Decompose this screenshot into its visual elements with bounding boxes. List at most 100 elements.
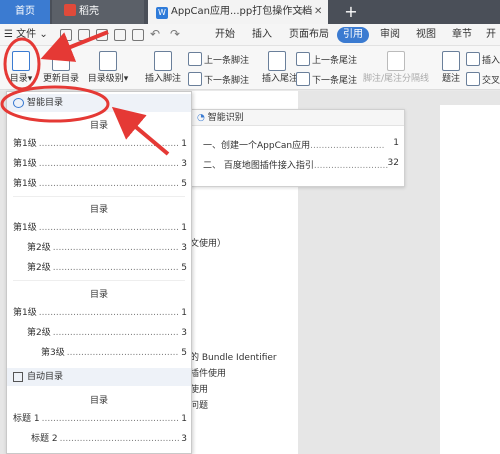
toc-entry-label: 第1级 — [13, 139, 39, 149]
undo-icon[interactable]: ↶ — [150, 27, 160, 41]
new-tab-button[interactable]: + — [340, 0, 362, 24]
auto-toc-header[interactable]: 自动目录 — [7, 368, 191, 386]
document-page-right[interactable] — [440, 105, 500, 454]
toc-template-title: 目录 — [89, 396, 108, 406]
toc-entry-page: 3 — [179, 158, 187, 170]
toc-entry[interactable]: ........................................… — [31, 433, 187, 445]
toc-level-label: 目录级别 — [87, 74, 124, 84]
restore-icon[interactable]: ▭ — [298, 0, 307, 24]
next-endnote-label: 下一条尾注 — [312, 76, 358, 86]
toc-entry-label: 第2级 — [27, 263, 53, 273]
toc-entry-label: 第2级 — [27, 243, 53, 253]
insert-endnote-button[interactable]: 插入尾注 — [262, 51, 298, 84]
doc-text-line: 问题 — [190, 401, 209, 411]
docer-logo-icon — [64, 4, 76, 16]
prev-footnote-label: 上一条脚注 — [204, 56, 250, 66]
smart-recognition-item[interactable]: 一、创建一个AppCan应用..........................… — [203, 138, 399, 151]
smart-icon: ◔ — [197, 113, 208, 123]
separator-label: 脚注/尾注分隔线 — [362, 74, 430, 84]
chevron-down-icon: ▾ — [123, 74, 129, 84]
toc-entry-label: 第2级 — [27, 328, 53, 338]
export-icon[interactable] — [96, 29, 108, 41]
toc-level-icon — [99, 51, 117, 71]
smart-recognition-popup: ◔ 智能识别 一、创建一个AppCan应用...................… — [190, 109, 405, 187]
toc-entry[interactable]: ........................................… — [13, 222, 187, 234]
toc-entry[interactable]: ........................................… — [13, 413, 187, 425]
insert-caption-icon — [466, 52, 480, 66]
toc-entry-page: 1 — [179, 307, 187, 319]
smart-item-label: 一、创建一个AppCan应用 — [203, 141, 311, 151]
toc-entry-page: 5 — [179, 178, 187, 190]
prev-endnote-button[interactable]: 上一条尾注 — [296, 52, 357, 66]
insert-table-caption-button[interactable]: 插入 — [466, 52, 500, 66]
insert-footnote-button[interactable]: 插入脚注 — [144, 51, 182, 84]
leader-dots: ........................................… — [313, 161, 388, 171]
toc-entry-page: 1 — [179, 413, 187, 425]
menu-page-layout[interactable]: 页面布局 — [286, 27, 332, 43]
toc-entry[interactable]: ........................................… — [27, 242, 187, 254]
tab-document-label: AppCan应用...pp打包操作文档 — [171, 6, 313, 17]
redo-icon[interactable]: ↷ — [170, 27, 180, 41]
toc-entry-page: 1 — [179, 138, 187, 150]
preview-icon[interactable] — [132, 29, 144, 41]
toc-button[interactable]: 目录▾ — [7, 51, 35, 84]
toc-template-title: 目录 — [89, 121, 108, 131]
menu-insert[interactable]: 插入 — [249, 27, 275, 43]
toc-entry[interactable]: ........................................… — [13, 138, 187, 150]
toc-entry[interactable]: ........................................… — [13, 178, 187, 190]
divider — [13, 196, 185, 197]
menu-review[interactable]: 审阅 — [377, 27, 403, 43]
toc-entry-label: 第1级 — [13, 159, 39, 169]
toc-entry[interactable]: ........................................… — [13, 307, 187, 319]
open-icon[interactable] — [60, 29, 72, 41]
tab-docer-label: 稻壳 — [79, 6, 99, 17]
menu-references[interactable]: 引用 — [337, 27, 369, 43]
menu-more[interactable]: 开 — [482, 27, 500, 43]
file-menu[interactable]: ☰ 文件 ⌄ — [4, 27, 48, 43]
prev-footnote-icon — [188, 52, 202, 66]
smart-item-label: 二、 百度地图插件接入指引 — [203, 161, 314, 171]
save-icon[interactable] — [78, 29, 90, 41]
menu-section[interactable]: 章节 — [449, 27, 475, 43]
update-toc-icon — [52, 51, 70, 71]
close-icon[interactable]: ✕ — [314, 0, 322, 24]
cross-reference-button[interactable]: 交叉 — [466, 72, 500, 86]
toc-entry-label: 标题 1 — [13, 414, 42, 424]
smart-item-page: 1 — [393, 138, 399, 148]
update-toc-button[interactable]: 更新目录 — [42, 51, 80, 84]
tab-document[interactable]: W AppCan应用...pp打包操作文档 ▭ ✕ — [148, 0, 328, 24]
smart-recognition-header: ◔ 智能识别 — [191, 110, 404, 126]
print-icon[interactable] — [114, 29, 126, 41]
next-endnote-button[interactable]: 下一条尾注 — [296, 72, 357, 86]
prev-endnote-label: 上一条尾注 — [312, 56, 358, 66]
separator-icon — [387, 51, 405, 71]
doc-text-line: 使用 — [190, 385, 209, 395]
toc-entry[interactable]: ........................................… — [41, 347, 187, 359]
toc-entry[interactable]: ........................................… — [27, 327, 187, 339]
toc-entry[interactable]: ........................................… — [13, 158, 187, 170]
toc-icon — [12, 51, 30, 71]
cross-reference-icon — [466, 72, 480, 86]
doc-text-line: 的 Bundle Identifier — [190, 353, 277, 363]
separator-button[interactable]: 脚注/尾注分隔线 — [360, 51, 432, 84]
smart-toc-header[interactable]: 智能目录 — [7, 94, 191, 112]
file-menu-label: 文件 — [16, 29, 37, 40]
caption-button[interactable]: 题注 — [440, 51, 462, 84]
next-footnote-button[interactable]: 下一条脚注 — [188, 72, 249, 86]
menu-start[interactable]: 开始 — [212, 27, 238, 43]
auto-toc-title: 自动目录 — [27, 372, 64, 382]
smart-recognition-item[interactable]: 二、 百度地图插件接入指引...........................… — [203, 158, 399, 171]
toc-entry[interactable]: ........................................… — [27, 262, 187, 274]
caption-icon — [442, 51, 460, 71]
toc-level-button[interactable]: 目录级别▾ — [86, 51, 130, 84]
toc-entry-label: 第3级 — [41, 348, 67, 358]
chevron-down-icon: ▾ — [27, 74, 33, 84]
toc-dropdown: 智能目录 目录 ................................… — [6, 91, 192, 454]
toc-entry-label: 标题 2 — [31, 434, 60, 444]
tab-docer[interactable]: 稻壳 — [52, 0, 144, 24]
title-tab-bar: 首页 稻壳 W AppCan应用...pp打包操作文档 ▭ ✕ + — [0, 0, 500, 24]
tab-home[interactable]: 首页 — [0, 0, 50, 24]
update-toc-label: 更新目录 — [42, 74, 79, 84]
prev-footnote-button[interactable]: 上一条脚注 — [188, 52, 249, 66]
menu-view[interactable]: 视图 — [413, 27, 439, 43]
